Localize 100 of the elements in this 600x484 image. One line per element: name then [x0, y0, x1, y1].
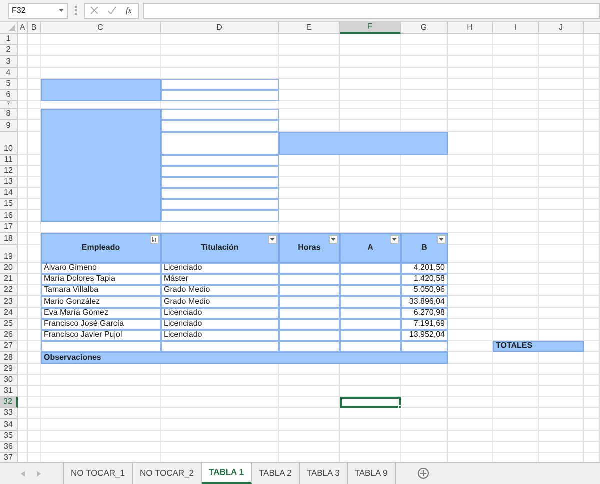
row-header[interactable]: 35	[0, 430, 18, 442]
column-header[interactable]: B	[28, 22, 41, 34]
row-header[interactable]: 10	[0, 132, 18, 154]
check-icon[interactable]	[108, 7, 116, 14]
sheet-tab[interactable]: NO TOCAR_1	[64, 463, 134, 484]
bordered-cell	[279, 296, 340, 308]
row-header[interactable]: 28	[0, 352, 18, 364]
row-header[interactable]: 15	[0, 199, 18, 210]
sort-filter-button[interactable]	[150, 234, 159, 244]
table-cell: Grado Medio	[161, 285, 279, 296]
bordered-cell	[340, 285, 401, 296]
column-header[interactable]: F	[340, 22, 401, 34]
row-header[interactable]: 4	[0, 68, 18, 79]
row-header[interactable]: 5	[0, 78, 18, 90]
column-header[interactable]: G	[401, 22, 448, 34]
table-cell: 1.420,58	[401, 274, 448, 286]
table-cell: Grado Medio	[161, 296, 279, 308]
bordered-cell	[340, 308, 401, 319]
row-header[interactable]: 37	[0, 453, 18, 462]
column-header[interactable]: E	[279, 22, 340, 34]
row-header[interactable]: 25	[0, 318, 18, 330]
bordered-cell	[340, 262, 401, 274]
table-cell: 5.050,96	[401, 285, 448, 296]
table-cell: 4.201,50	[401, 262, 448, 274]
table-cell: 6.270,98	[401, 308, 448, 319]
bordered-cell	[340, 274, 401, 286]
row-header[interactable]: 36	[0, 442, 18, 453]
totals-label: TOTALES	[493, 341, 584, 352]
row-header[interactable]: 6	[0, 90, 18, 102]
table-cell: 33.896,04	[401, 296, 448, 308]
insert-function-button[interactable]: fx	[126, 4, 132, 16]
table-cell: Licenciado	[161, 318, 279, 330]
fill-handle[interactable]	[398, 405, 402, 410]
row-header[interactable]: 24	[0, 308, 18, 319]
formula-input[interactable]	[142, 2, 600, 18]
sheet-tab[interactable]: TABLA 2	[252, 463, 300, 484]
row-header[interactable]: 11	[0, 154, 18, 166]
row-header[interactable]: 20	[0, 262, 18, 274]
row-header[interactable]: 31	[0, 386, 18, 398]
row-header[interactable]: 26	[0, 330, 18, 342]
table-cell: Licenciado	[161, 308, 279, 319]
bordered-cell	[340, 330, 401, 342]
row-header[interactable]: 3	[0, 56, 18, 68]
row-header[interactable]: 9	[0, 120, 18, 132]
bordered-cell	[401, 341, 448, 352]
table-cell: Tamara Villalba	[41, 285, 161, 296]
row-header[interactable]: 18	[0, 232, 18, 245]
column-header[interactable]: J	[539, 22, 584, 34]
table-cell: 13.952,04	[401, 330, 448, 342]
column-header[interactable]: H	[448, 22, 493, 34]
drag-handle-icon	[75, 6, 77, 15]
name-box[interactable]: F32	[8, 2, 68, 18]
filter-button[interactable]	[268, 234, 277, 244]
sheet-tab[interactable]: TABLA 1	[202, 463, 252, 484]
column-header[interactable]: D	[161, 22, 279, 34]
filter-button[interactable]	[437, 234, 446, 244]
sheet-tab[interactable]: TABLA 9	[348, 463, 396, 484]
table-cell: Álvaro Gimeno	[41, 262, 161, 274]
column-header[interactable]: I	[493, 22, 539, 34]
column-title: Empleado	[82, 242, 120, 254]
row-header[interactable]: 32	[0, 397, 18, 408]
row-header[interactable]: 16	[0, 210, 18, 222]
dropdown-caret-icon	[331, 238, 336, 241]
row-header[interactable]: 27	[0, 341, 18, 352]
row-header[interactable]: 33	[0, 408, 18, 420]
table-cell: Mario González	[41, 296, 161, 308]
table-cell: María Dolores Tapia	[41, 274, 161, 286]
dropdown-caret-icon	[392, 238, 397, 241]
filter-button[interactable]	[390, 234, 399, 244]
observations-label: Observaciones	[41, 352, 448, 364]
filter-button[interactable]	[329, 234, 338, 244]
row-header[interactable]: 13	[0, 176, 18, 188]
bordered-cell	[340, 318, 401, 330]
row-header[interactable]: 30	[0, 374, 18, 386]
table-cell: Francisco Javier Pujol	[41, 330, 161, 342]
row-header[interactable]: 8	[0, 109, 18, 120]
table-cell: 7.191,69	[401, 318, 448, 330]
bordered-cell	[340, 341, 401, 352]
column-header[interactable]: C	[41, 22, 161, 34]
row-header[interactable]: 17	[0, 222, 18, 233]
sheet-tab[interactable]: TABLA 3	[300, 463, 348, 484]
row-header[interactable]: 23	[0, 296, 18, 308]
row-header[interactable]: 19	[0, 244, 18, 263]
table-cell: Francisco José García	[41, 318, 161, 330]
row-header[interactable]: 12	[0, 166, 18, 177]
add-sheet-icon[interactable]	[418, 468, 429, 479]
row-header[interactable]: 34	[0, 419, 18, 431]
sort-icon	[152, 236, 157, 242]
row-header[interactable]: 22	[0, 285, 18, 296]
column-title: Titulación	[201, 242, 239, 254]
column-title: A	[368, 242, 374, 254]
cancel-icon[interactable]	[91, 7, 98, 14]
dropdown-caret-icon	[439, 238, 444, 241]
row-header[interactable]: 29	[0, 364, 18, 375]
row-header[interactable]: 14	[0, 188, 18, 200]
table-cell: Licenciado	[161, 262, 279, 274]
row-header[interactable]: 21	[0, 274, 18, 286]
row-header[interactable]: 2	[0, 45, 18, 56]
column-header[interactable]: A	[18, 22, 28, 34]
row-header[interactable]: 1	[0, 34, 18, 46]
